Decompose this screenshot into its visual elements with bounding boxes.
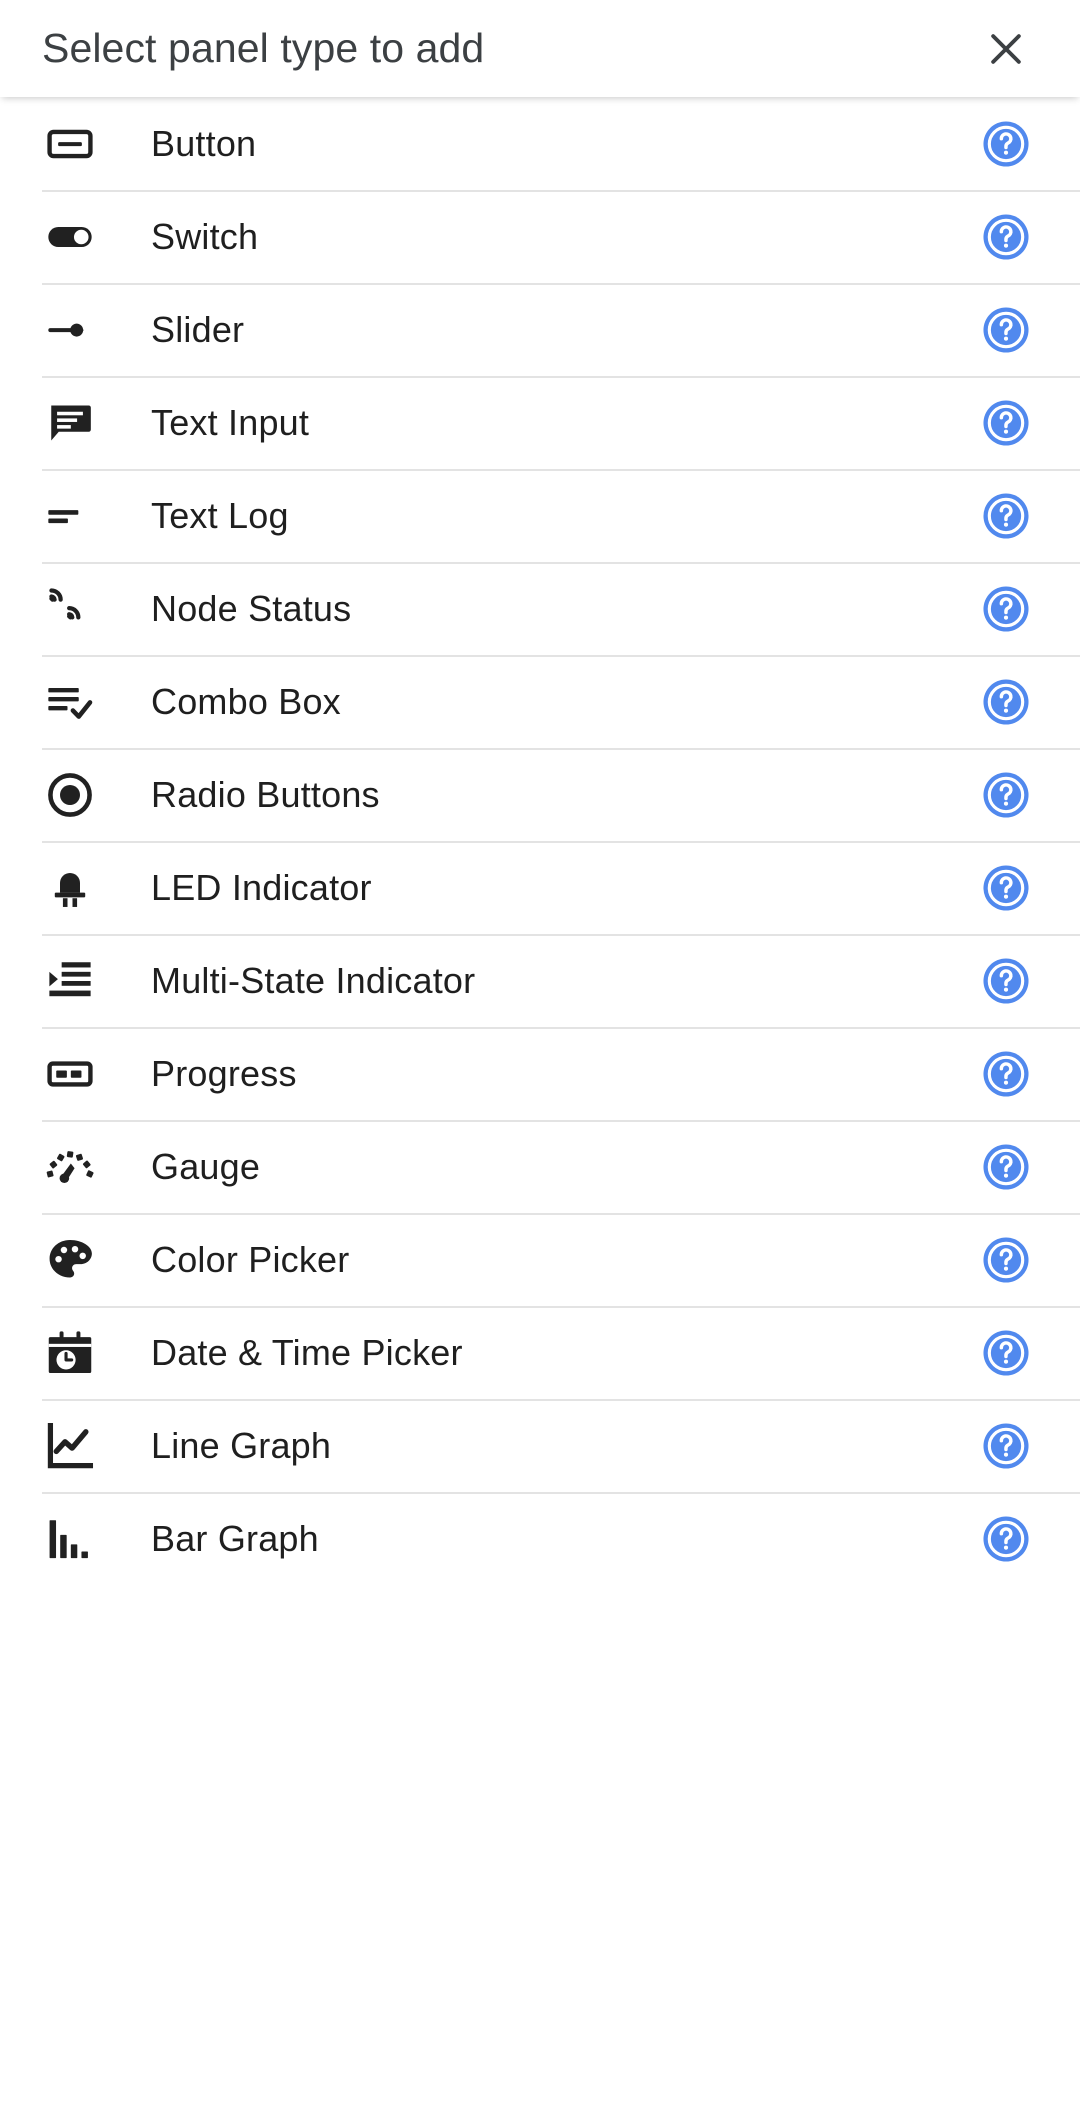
panel-type-label: Slider [151,308,245,350]
help-button[interactable] [970,201,1042,273]
panel-type-row[interactable]: Slider [0,283,1080,376]
panel-type-row[interactable]: Bar Graph [0,1492,1080,1585]
help-circle-icon [980,1048,1032,1100]
panel-type-label: Progress [151,1052,297,1094]
calendar-clock-icon [42,1325,98,1381]
help-circle-icon [980,211,1032,263]
panel-type-row[interactable]: Progress [0,1027,1080,1120]
help-button[interactable] [970,852,1042,924]
help-button[interactable] [970,294,1042,366]
help-button[interactable] [970,573,1042,645]
panel-type-label: Node Status [151,587,352,629]
help-circle-icon [980,1141,1032,1193]
panel-type-row[interactable]: Color Picker [0,1213,1080,1306]
panel-type-row[interactable]: Text Input [0,376,1080,469]
combo-box-icon [42,674,98,730]
close-button[interactable] [970,13,1042,85]
panel-type-label: Date & Time Picker [151,1331,463,1373]
panel-type-row[interactable]: Multi-State Indicator [0,934,1080,1027]
line-graph-icon [42,1418,98,1474]
help-button[interactable] [970,1410,1042,1482]
help-circle-icon [980,490,1032,542]
color-palette-icon [42,1232,98,1288]
panel-type-row[interactable]: Button [0,97,1080,190]
help-circle-icon [980,1327,1032,1379]
panel-type-row[interactable]: LED Indicator [0,841,1080,934]
slider-icon [42,302,98,358]
panel-type-label: LED Indicator [151,866,372,908]
help-button[interactable] [970,666,1042,738]
help-circle-icon [980,583,1032,635]
help-button[interactable] [970,759,1042,831]
help-circle-icon [980,1420,1032,1472]
text-log-icon [42,488,98,544]
help-circle-icon [980,676,1032,728]
button-icon [42,116,98,172]
gauge-icon [42,1139,98,1195]
help-button[interactable] [970,1503,1042,1575]
progress-icon [42,1046,98,1102]
panel-type-label: Line Graph [151,1424,332,1466]
help-button[interactable] [970,108,1042,180]
text-input-icon [42,395,98,451]
close-icon [984,27,1028,71]
node-status-icon [42,581,98,637]
dialog-title: Select panel type to add [42,25,485,71]
panel-type-label: Bar Graph [151,1517,319,1559]
help-button[interactable] [970,480,1042,552]
multi-state-indicator-icon [42,953,98,1009]
panel-type-row[interactable]: Text Log [0,469,1080,562]
select-panel-type-dialog: Select panel type to add Button Switch Sli… [0,0,1080,2122]
help-circle-icon [980,862,1032,914]
help-circle-icon [980,769,1032,821]
panel-type-label: Text Input [151,401,310,443]
panel-type-row[interactable]: Switch [0,190,1080,283]
bar-graph-icon [42,1511,98,1567]
panel-type-label: Gauge [151,1145,261,1187]
panel-type-row[interactable]: Node Status [0,562,1080,655]
panel-type-row[interactable]: Radio Buttons [0,748,1080,841]
help-button[interactable] [970,945,1042,1017]
panel-type-label: Button [151,122,257,164]
panel-type-row[interactable]: Gauge [0,1120,1080,1213]
panel-type-row[interactable]: Combo Box [0,655,1080,748]
help-button[interactable] [970,1317,1042,1389]
help-circle-icon [980,118,1032,170]
panel-type-label: Multi-State Indicator [151,959,476,1001]
panel-type-row[interactable]: Line Graph [0,1399,1080,1492]
help-circle-icon [980,1234,1032,1286]
panel-type-label: Text Log [151,494,289,536]
panel-type-label: Combo Box [151,680,341,722]
panel-type-label: Color Picker [151,1238,350,1280]
help-button[interactable] [970,1038,1042,1110]
help-button[interactable] [970,1131,1042,1203]
panel-type-label: Radio Buttons [151,773,380,815]
radio-button-icon [42,767,98,823]
toggle-switch-icon [42,209,98,265]
help-circle-icon [980,955,1032,1007]
help-circle-icon [980,397,1032,449]
help-circle-icon [980,304,1032,356]
panel-type-label: Switch [151,215,259,257]
help-button[interactable] [970,387,1042,459]
dialog-header: Select panel type to add [0,0,1080,97]
help-circle-icon [980,1513,1032,1565]
help-button[interactable] [970,1224,1042,1296]
led-indicator-icon [42,860,98,916]
panel-type-list: Button Switch Slider Text Input Text Log Node… [0,97,1080,1585]
panel-type-row[interactable]: Date & Time Picker [0,1306,1080,1399]
